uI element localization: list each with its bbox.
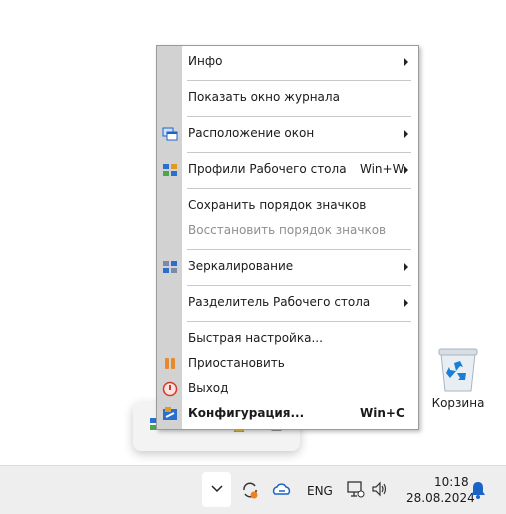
show-hidden-icons-button[interactable] <box>202 472 231 507</box>
onedrive-sync-icon[interactable] <box>272 481 292 499</box>
notification-bell-icon[interactable] <box>470 481 486 499</box>
taskbar: ENG 10:18 28.08.2024 <box>0 465 506 514</box>
desktop-profiles-icon <box>163 164 177 176</box>
menu-item-mirroring[interactable]: Зеркалирование <box>157 256 418 278</box>
mirroring-icon <box>163 261 177 273</box>
clock-time[interactable]: 10:18 <box>434 475 469 489</box>
menu-item-window-layout[interactable]: Расположение окон <box>157 123 418 145</box>
volume-icon[interactable] <box>371 481 389 497</box>
submenu-arrow-icon <box>404 166 408 174</box>
clock-date[interactable]: 28.08.2024 <box>406 491 475 505</box>
menu-item-quick-setup[interactable]: Быстрая настройка... <box>157 328 418 350</box>
recycle-bin-label: Корзина <box>431 396 485 410</box>
context-menu: Инфо Показать окно журнала Расположение … <box>156 45 419 430</box>
shortcut-label: Win+C <box>360 406 405 420</box>
power-icon <box>162 381 178 397</box>
menu-item-desktop-profiles[interactable]: Профили Рабочего стола Win+W <box>157 159 418 181</box>
chevron-down-icon <box>211 485 223 493</box>
sync-app-icon[interactable] <box>240 480 260 500</box>
menu-separator <box>187 152 411 153</box>
menu-item-configuration[interactable]: Конфигурация... Win+C <box>157 403 418 425</box>
menu-separator <box>187 321 411 322</box>
menu-item-show-log-window[interactable]: Показать окно журнала <box>157 87 418 109</box>
network-icon[interactable] <box>347 480 365 498</box>
menu-item-info[interactable]: Инфо <box>157 51 418 73</box>
menu-separator <box>187 116 411 117</box>
shortcut-label: Win+W <box>360 162 405 176</box>
menu-item-pause[interactable]: Приостановить <box>157 353 418 375</box>
pause-icon <box>165 358 175 369</box>
config-icon <box>163 407 177 420</box>
recycle-bin-desktop-icon[interactable]: Корзина <box>430 345 486 415</box>
menu-item-save-icon-order[interactable]: Сохранить порядок значков <box>157 195 418 217</box>
menu-separator <box>187 249 411 250</box>
menu-item-desktop-divider[interactable]: Разделитель Рабочего стола <box>157 292 418 314</box>
submenu-arrow-icon <box>404 299 408 307</box>
menu-item-restore-icon-order: Восстановить порядок значков <box>188 223 387 237</box>
menu-separator <box>187 285 411 286</box>
menu-separator <box>187 80 411 81</box>
recycle-bin-icon <box>438 348 478 392</box>
submenu-arrow-icon <box>404 263 408 271</box>
language-indicator[interactable]: ENG <box>307 484 333 498</box>
menu-separator <box>187 188 411 189</box>
windows-layout-icon <box>162 127 178 141</box>
submenu-arrow-icon <box>404 130 408 138</box>
menu-item-exit[interactable]: Выход <box>157 378 418 400</box>
submenu-arrow-icon <box>404 58 408 66</box>
